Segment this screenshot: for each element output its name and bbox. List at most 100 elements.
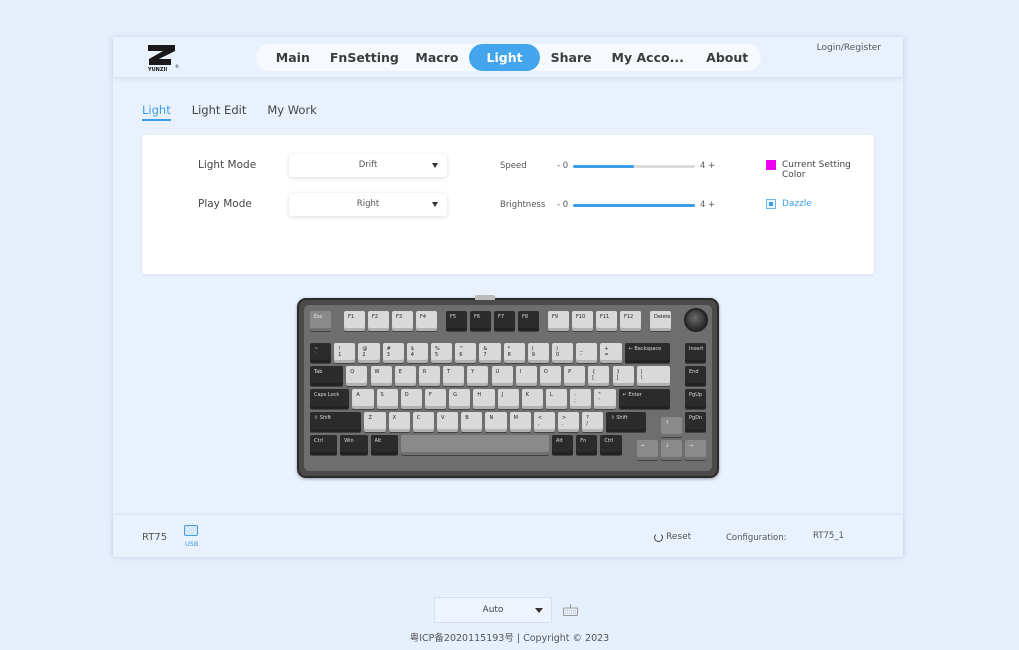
key-alt[interactable]: Alt [552,435,574,455]
key-f8[interactable]: F8 [518,311,540,331]
key-[interactable]: ↓ [661,440,683,460]
key-alt[interactable]: Alt [370,435,398,455]
key-2[interactable]: @ 2 [358,343,380,363]
configuration-value[interactable]: RT75_1 [813,531,844,541]
nav-tab-about[interactable]: About [693,44,761,71]
dazzle-label[interactable]: Dazzle [782,199,812,209]
key-insert[interactable]: Insert [685,343,707,363]
key-5[interactable]: % 5 [431,343,453,363]
key-n[interactable]: N [485,412,507,432]
nav-tab-my-acco[interactable]: My Acco... [602,44,693,71]
keyboard-icon[interactable] [563,604,578,616]
key-j[interactable]: J [497,389,519,409]
key-e[interactable]: E [394,366,416,386]
subtab-my-work[interactable]: My Work [267,103,317,121]
key-w[interactable]: W [370,366,392,386]
key-f9[interactable]: F9 [548,311,570,331]
key-a[interactable]: A [352,389,374,409]
key-shift[interactable]: ⇧ Shift [606,412,646,432]
key-delete[interactable]: Delete [650,311,672,331]
key-win[interactable]: Win [340,435,368,455]
key-esc[interactable]: Esc [310,311,332,331]
key-1[interactable]: ! 1 [334,343,356,363]
key-[interactable]: > . [558,412,580,432]
dazzle-checkbox[interactable] [766,199,776,209]
reset-button[interactable]: Reset [654,532,691,542]
key-f12[interactable]: F12 [620,311,642,331]
key-b[interactable]: B [461,412,483,432]
speed-increase-button[interactable]: 4 + [700,161,715,171]
key-fn[interactable]: Fn [576,435,598,455]
key-r[interactable]: R [418,366,441,386]
key-[interactable]: } ] [612,366,634,386]
key-[interactable]: ↑ [661,417,683,437]
key-c[interactable]: C [412,412,435,432]
speed-decrease-button[interactable]: - 0 [557,161,568,171]
mode-select[interactable]: Auto [434,597,552,623]
nav-tab-light[interactable]: Light [468,44,541,71]
key-shift[interactable]: ⇧ Shift [310,412,362,432]
key-[interactable]: : ; [570,389,592,409]
key-f1[interactable]: F1 [344,311,366,331]
subtab-light[interactable]: Light [142,103,171,121]
key-s[interactable]: S [376,389,398,409]
key-q[interactable]: Q [346,366,368,386]
nav-tab-macro[interactable]: Macro [405,44,469,71]
key-u[interactable]: U [491,366,513,386]
volume-knob[interactable] [684,308,708,332]
key-6[interactable]: ^ 6 [455,343,477,363]
key-o[interactable]: O [539,366,562,386]
key-z[interactable]: Z [364,412,386,432]
key-[interactable]: | \ [636,366,670,386]
key-[interactable]: < , [533,412,556,432]
key-[interactable]: → [685,440,707,460]
key-[interactable]: ~ ` [310,343,332,363]
play-mode-select[interactable]: Right [289,193,447,216]
key-f4[interactable]: F4 [416,311,438,331]
current-color-swatch[interactable] [766,160,776,170]
key-v[interactable]: V [437,412,459,432]
brightness-increase-button[interactable]: 4 + [700,200,715,210]
key-3[interactable]: # 3 [382,343,404,363]
key-k[interactable]: K [521,389,543,409]
key-m[interactable]: M [509,412,531,432]
key-4[interactable]: $ 4 [406,343,428,363]
yunzii-logo[interactable]: YUNZII ® [145,43,181,73]
key-backspace[interactable]: ← Backspace [624,343,670,363]
key-f3[interactable]: F3 [392,311,414,331]
key-g[interactable]: G [449,389,471,409]
key-l[interactable]: L [545,389,568,409]
key-pgdn[interactable]: PgDn [685,412,707,432]
key-caps-lock[interactable]: Caps Lock [310,389,350,409]
nav-tab-main[interactable]: Main [262,44,324,71]
key-[interactable]: ← [637,440,659,460]
key-space[interactable] [400,435,549,455]
key-x[interactable]: X [388,412,410,432]
key-ctrl[interactable]: Ctrl [310,435,338,455]
key-f2[interactable]: F2 [368,311,390,331]
brightness-slider[interactable] [573,204,695,207]
nav-tab-share[interactable]: Share [540,44,602,71]
speed-slider[interactable] [573,165,695,168]
key-0[interactable]: ) 0 [552,343,574,363]
login-register-link[interactable]: Login/Register [817,43,881,53]
key-9[interactable]: ( 9 [527,343,549,363]
key-d[interactable]: D [400,389,422,409]
key-[interactable]: ? / [582,412,604,432]
light-mode-select[interactable]: Drift [289,154,447,177]
key-p[interactable]: P [564,366,586,386]
key-pgup[interactable]: PgUp [685,389,707,409]
subtab-light-edit[interactable]: Light Edit [192,103,247,121]
key-f10[interactable]: F10 [572,311,594,331]
key-7[interactable]: & 7 [479,343,501,363]
key-f5[interactable]: F5 [446,311,468,331]
key-f[interactable]: F [424,389,447,409]
key-tab[interactable]: Tab [310,366,344,386]
key-8[interactable]: * 8 [503,343,525,363]
key-[interactable]: _ - [576,343,598,363]
key-end[interactable]: End [685,366,707,386]
key-enter[interactable]: ↵ Enter [618,389,670,409]
brightness-decrease-button[interactable]: - 0 [557,200,568,210]
key-f6[interactable]: F6 [470,311,492,331]
key-[interactable]: " ' [594,389,616,409]
